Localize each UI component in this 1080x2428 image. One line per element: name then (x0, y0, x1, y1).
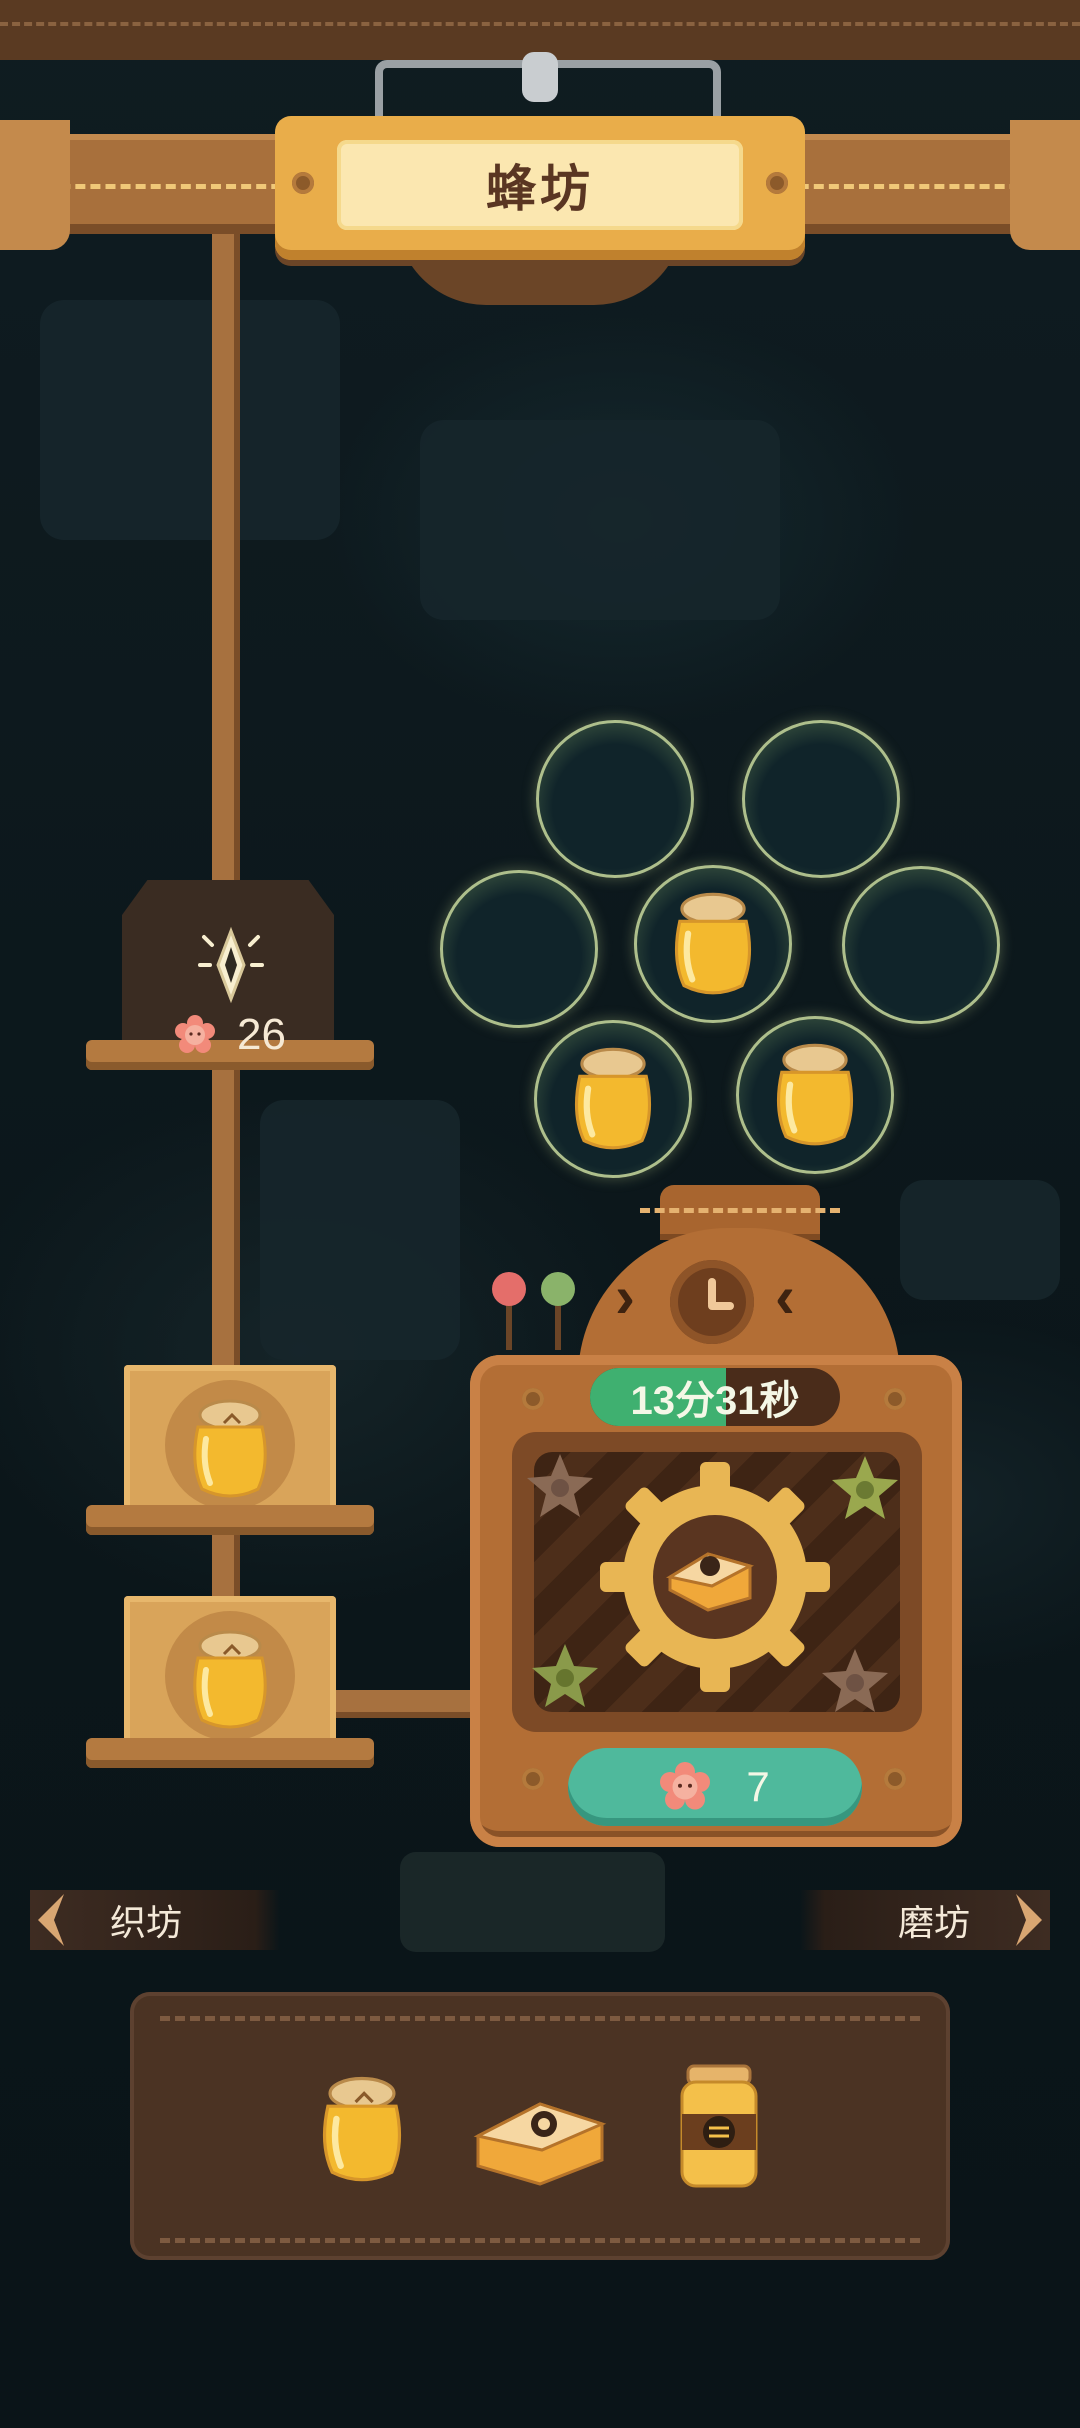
screw-icon (522, 1388, 544, 1410)
nav-next-workshop[interactable]: 磨坊 (800, 1890, 1050, 1950)
star-deco-icon (832, 1456, 898, 1519)
honey-bubble-empty[interactable] (842, 866, 1000, 1024)
unlock-spark-icon (198, 926, 264, 1004)
beam-cap-left (0, 120, 70, 250)
beam-cap-right (1010, 120, 1080, 250)
flower-coin-icon (175, 1015, 215, 1053)
nav-prev-label: 织坊 (110, 1902, 183, 1943)
red-knob-icon (492, 1272, 526, 1306)
bg-tree-silhouette (420, 420, 780, 620)
bg-toolbar-silhouette (400, 1852, 665, 1952)
screw-icon (766, 172, 788, 194)
star-deco-icon (532, 1644, 598, 1707)
honey-jar-icon (193, 1630, 267, 1729)
panel-stitch (160, 2238, 920, 2243)
gear-icon (600, 1462, 830, 1692)
honey-bubble-empty[interactable] (742, 720, 900, 878)
top-wood-bar (0, 0, 1080, 60)
shelf (86, 1738, 374, 1768)
honey-bubble-filled[interactable] (736, 1016, 894, 1174)
star-deco-icon (822, 1649, 888, 1712)
nav-prev-workshop[interactable]: 织坊 (30, 1890, 280, 1950)
honey-jar-icon (674, 892, 752, 995)
shelf (86, 1505, 374, 1535)
machine-stitch (640, 1208, 840, 1213)
arrow-right-icon (1016, 1894, 1042, 1946)
screw-icon (884, 1768, 906, 1790)
honeycomb-cake-icon[interactable] (470, 2080, 610, 2190)
arrow-left-icon (38, 1894, 64, 1946)
hanger-knob (522, 52, 558, 102)
horizontal-rope (330, 1690, 480, 1718)
bg-house-silhouette (40, 300, 340, 540)
bg-building-silhouette (260, 1100, 460, 1360)
bee-jar-icon[interactable] (674, 2058, 764, 2193)
honey-jar-icon (574, 1047, 652, 1150)
speed-up-button[interactable]: 7 (568, 1748, 862, 1826)
chevron-left-icon: ‹ (775, 1263, 795, 1330)
honey-jar-icon (776, 1043, 854, 1146)
green-knob-icon (541, 1272, 575, 1306)
bg-sign-silhouette (900, 1180, 1060, 1300)
honey-bubble-filled[interactable] (534, 1020, 692, 1178)
panel-stitch (160, 2016, 920, 2021)
honey-jar-icon[interactable] (312, 2070, 412, 2185)
clock-dial-icon (670, 1260, 754, 1344)
timer-text: 13分31秒 (630, 1379, 800, 1423)
production-timer: 13分31秒 (590, 1368, 840, 1426)
page-title: 蜂坊 (486, 161, 594, 217)
title-inner: 蜂坊 (337, 140, 743, 230)
nav-next-label: 磨坊 (897, 1902, 970, 1943)
honey-jar-icon (193, 1399, 267, 1498)
unlock-cost-value: 26 (237, 1010, 286, 1059)
honey-bubble-empty[interactable] (440, 870, 598, 1028)
queue-slot[interactable] (124, 1596, 336, 1756)
honey-bubble-filled[interactable] (634, 865, 792, 1023)
unlock-cost: 26 (175, 1005, 286, 1065)
screw-icon (522, 1768, 544, 1790)
screw-icon (292, 172, 314, 194)
top-stitch (0, 22, 1080, 26)
queue-slot[interactable] (124, 1365, 336, 1525)
flower-coin-icon (660, 1762, 711, 1810)
honey-bubble-empty[interactable] (536, 720, 694, 878)
screw-icon (884, 1388, 906, 1410)
chevron-right-icon: › (615, 1263, 635, 1330)
star-deco-icon (527, 1454, 593, 1517)
speed-up-cost: 7 (746, 1763, 770, 1810)
